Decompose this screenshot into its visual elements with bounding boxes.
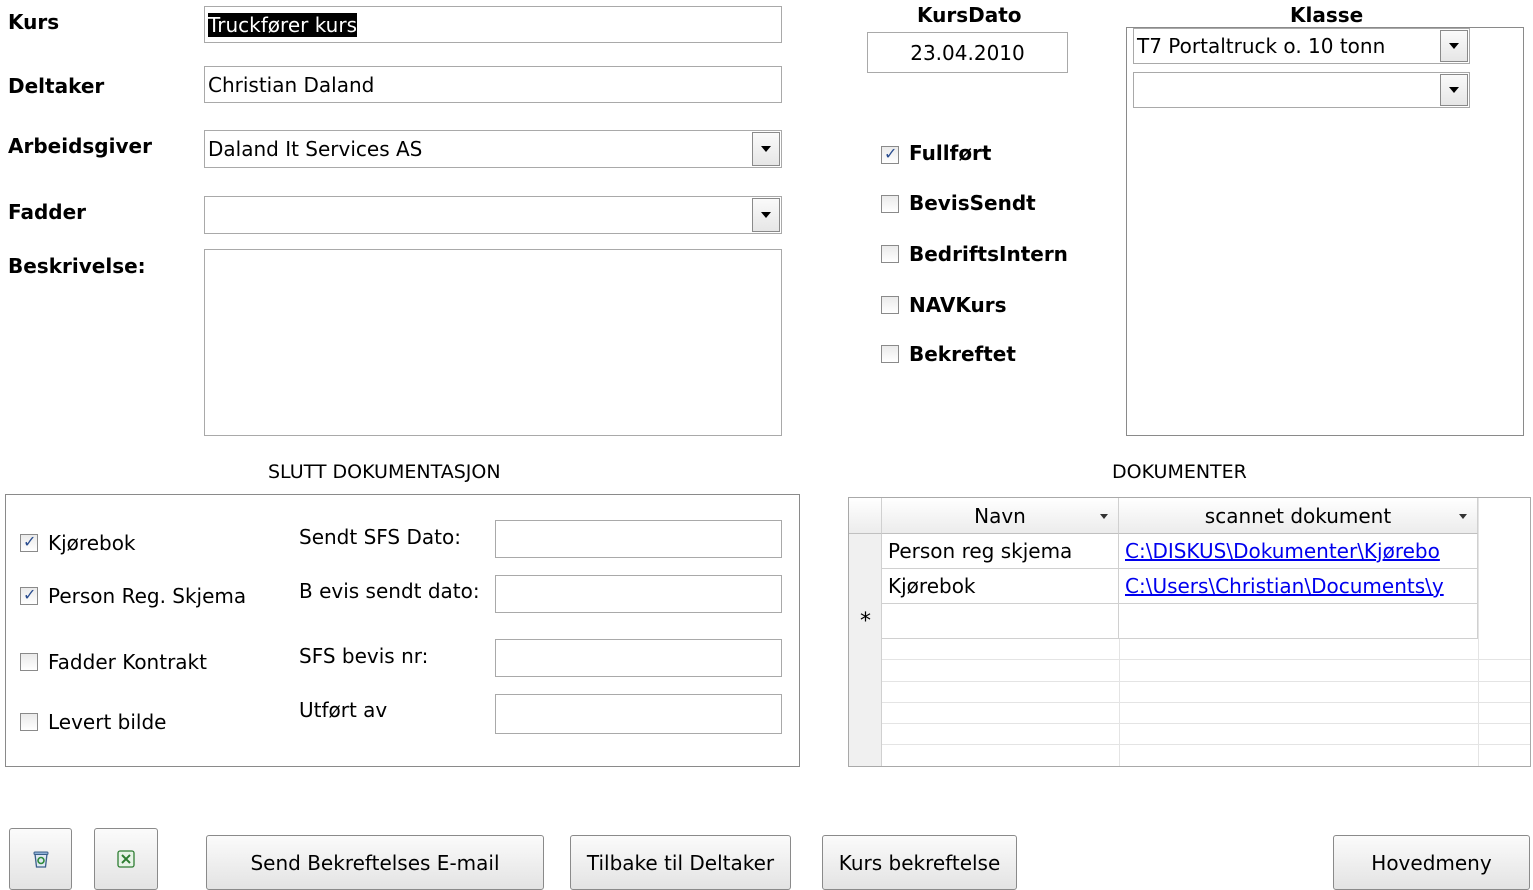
fadder-kontrakt-checkbox[interactable]: [20, 653, 38, 671]
bevis-sendt-dato-field[interactable]: [495, 575, 782, 613]
utfort-av-label: Utført av: [299, 698, 388, 722]
kurs-label: Kurs: [8, 10, 60, 34]
delete-button[interactable]: [9, 828, 72, 890]
chevron-down-icon[interactable]: [1440, 30, 1468, 62]
document-link[interactable]: C:\DISKUS\Dokumenter\Kjørebo: [1125, 539, 1440, 563]
sendt-sfs-dato-label: Sendt SFS Dato:: [299, 525, 461, 549]
fullfort-label: Fullført: [909, 141, 992, 165]
levert-bilde-checkbox[interactable]: [20, 713, 38, 731]
recycle-bin-icon: [33, 851, 48, 868]
kurs-bekreftelse-button[interactable]: Kurs bekreftelse: [822, 835, 1017, 890]
hovedmeny-button[interactable]: Hovedmeny: [1333, 835, 1530, 890]
excel-export-button[interactable]: [94, 828, 158, 890]
dropdown-arrow-icon[interactable]: [1459, 514, 1467, 519]
column-header-navn-label: Navn: [974, 503, 1026, 528]
beskrivelse-textarea[interactable]: [204, 249, 782, 436]
kursdato-field[interactable]: 23.04.2010: [867, 32, 1068, 73]
klasse-value-1: T7 Portaltruck o. 10 tonn: [1137, 34, 1386, 58]
klasse-combo-1[interactable]: T7 Portaltruck o. 10 tonn: [1133, 28, 1470, 64]
table-cell-dokument[interactable]: C:\Users\Christian\Documents\y: [1119, 569, 1478, 604]
sfs-bevis-nr-label: SFS bevis nr:: [299, 644, 429, 668]
arbeidsgiver-value: Daland It Services AS: [208, 137, 423, 161]
beskrivelse-label: Beskrivelse:: [8, 254, 146, 278]
document-link[interactable]: C:\Users\Christian\Documents\y: [1125, 574, 1444, 598]
fadder-combo[interactable]: [204, 196, 782, 234]
deltaker-field[interactable]: Christian Daland: [204, 66, 782, 103]
person-reg-skjema-checkbox[interactable]: [20, 585, 38, 605]
dokumenter-datasheet: Navn scannet dokument Person reg skjema …: [848, 497, 1531, 767]
arbeidsgiver-label: Arbeidsgiver: [8, 134, 152, 158]
table-cell-navn-text: Person reg skjema: [888, 539, 1073, 563]
navkurs-label: NAVKurs: [909, 293, 1007, 317]
dropdown-arrow-icon[interactable]: [1100, 514, 1108, 519]
kjorebok-label: Kjørebok: [48, 531, 136, 555]
grid-line: [882, 723, 1530, 724]
excel-icon: [117, 850, 135, 868]
sfs-bevis-nr-field[interactable]: [495, 639, 782, 677]
bekreftet-checkbox[interactable]: [881, 345, 899, 363]
klasse-combo-2[interactable]: [1133, 72, 1470, 108]
table-cell-dokument[interactable]: C:\DISKUS\Dokumenter\Kjørebo: [1119, 534, 1478, 569]
dokumenter-title: DOKUMENTER: [1112, 461, 1247, 483]
chevron-down-icon[interactable]: [752, 198, 780, 232]
select-all-corner[interactable]: [849, 498, 882, 534]
new-row-cell-dokument[interactable]: [1119, 604, 1478, 639]
bedriftsintern-label: BedriftsIntern: [909, 242, 1068, 266]
fadder-kontrakt-label: Fadder Kontrakt: [48, 650, 207, 674]
chevron-down-icon[interactable]: [752, 132, 780, 166]
new-record-icon: *: [860, 609, 871, 634]
kjorebok-checkbox[interactable]: [20, 532, 38, 552]
grid-line: [882, 659, 1530, 660]
table-cell-navn-text: Kjørebok: [888, 574, 976, 598]
utfort-av-field[interactable]: [495, 694, 782, 734]
klasse-label: Klasse: [1290, 3, 1364, 27]
person-reg-skjema-label: Person Reg. Skjema: [48, 584, 247, 608]
tilbake-til-deltaker-button[interactable]: Tilbake til Deltaker: [570, 835, 791, 890]
klasse-subform: T7 Portaltruck o. 10 tonn: [1126, 27, 1524, 436]
fadder-label: Fadder: [8, 200, 87, 224]
bevis-sendt-dato-label: B evis sendt dato:: [299, 579, 480, 603]
deltaker-label: Deltaker: [8, 74, 105, 98]
table-cell-navn[interactable]: Kjørebok: [882, 569, 1119, 604]
send-bekreftelse-email-button[interactable]: Send Bekreftelses E-mail: [206, 835, 544, 890]
bevissendt-checkbox[interactable]: [881, 195, 899, 213]
kurs-field[interactable]: Truckfører kurs: [204, 6, 782, 43]
slutt-dokumentasjon-title: SLUTT DOKUMENTASJON: [268, 461, 501, 483]
fullfort-checkbox[interactable]: [881, 144, 899, 164]
grid-line: [882, 702, 1530, 703]
grid-line: [1119, 639, 1120, 766]
kurs-value: Truckfører kurs: [208, 12, 357, 37]
new-row-cell-navn[interactable]: [882, 604, 1119, 639]
grid-line: [882, 681, 1530, 682]
sendt-sfs-dato-field[interactable]: [495, 520, 782, 558]
deltaker-value: Christian Daland: [208, 72, 375, 97]
levert-bilde-label: Levert bilde: [48, 710, 167, 734]
grid-line: [1478, 498, 1479, 766]
bekreftet-label: Bekreftet: [909, 342, 1016, 366]
table-cell-navn[interactable]: Person reg skjema: [882, 534, 1119, 569]
bevissendt-label: BevisSendt: [909, 191, 1036, 215]
arbeidsgiver-combo[interactable]: Daland It Services AS: [204, 130, 782, 168]
chevron-down-icon[interactable]: [1440, 74, 1468, 106]
column-header-scannet-dokument-label: scannet dokument: [1204, 503, 1392, 528]
kursdato-label: KursDato: [917, 3, 1022, 27]
bedriftsintern-checkbox[interactable]: [881, 245, 899, 263]
column-header-navn[interactable]: Navn: [882, 498, 1119, 534]
navkurs-checkbox[interactable]: [881, 296, 899, 314]
column-header-scannet-dokument[interactable]: scannet dokument: [1119, 498, 1478, 534]
kursdato-value: 23.04.2010: [910, 40, 1025, 65]
grid-line: [882, 744, 1530, 745]
